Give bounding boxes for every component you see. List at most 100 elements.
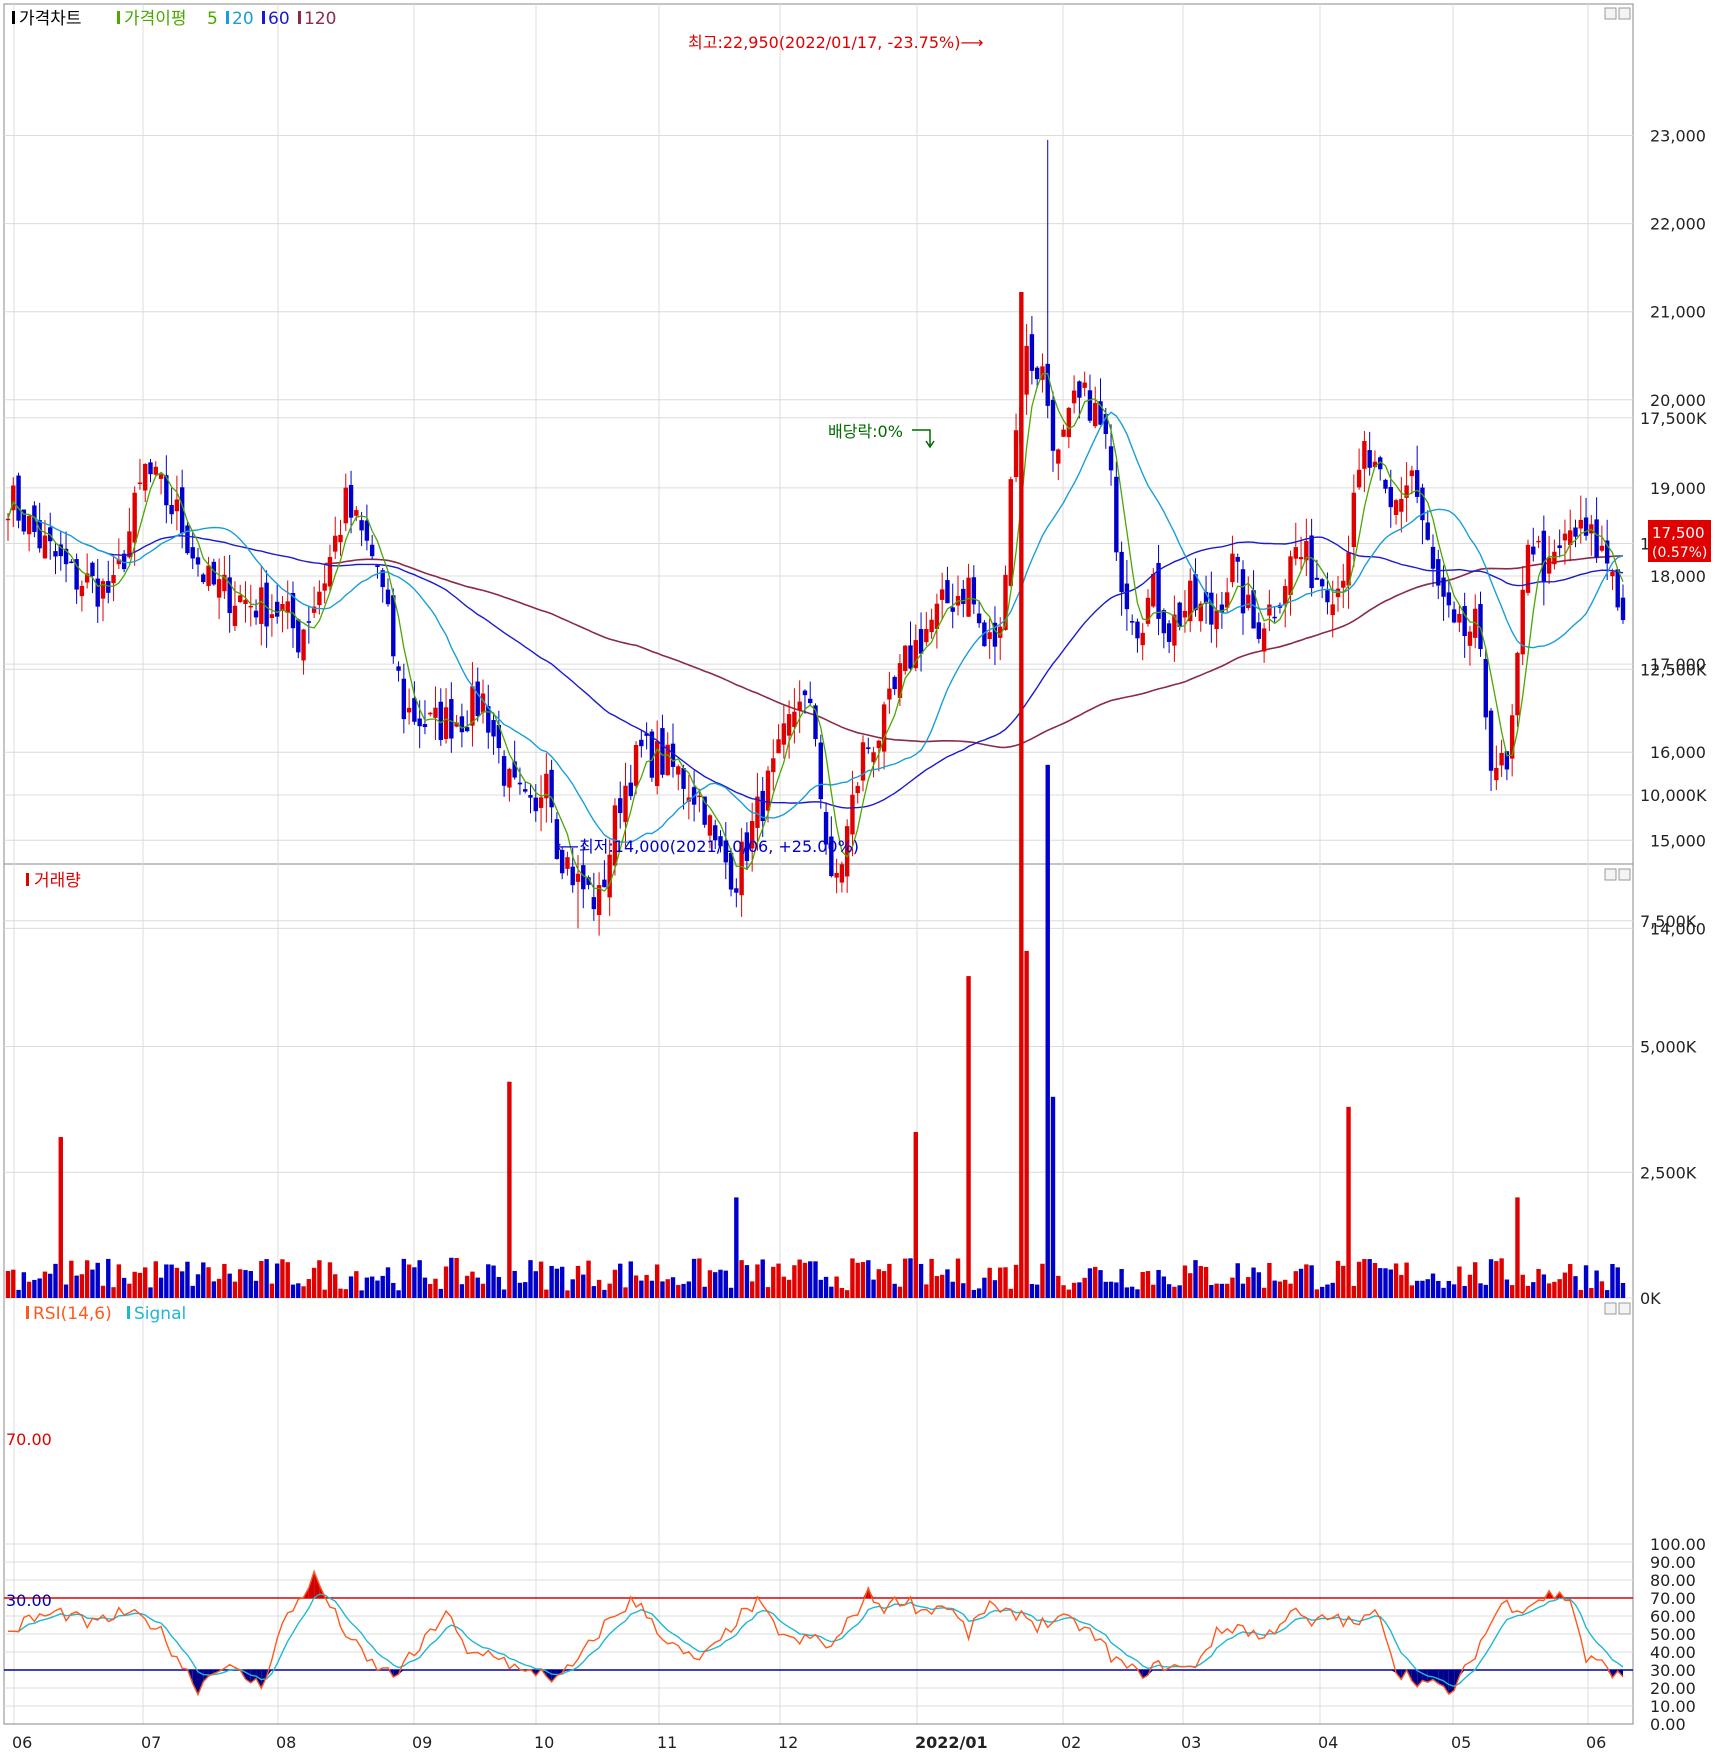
candle-body [344,488,348,524]
volume-bar [1114,1282,1118,1298]
close-icon[interactable] [1619,869,1630,880]
volume-bar [987,1268,991,1298]
volume-bar [539,1262,543,1298]
volume-bar [892,1284,896,1298]
candle-body [370,545,374,556]
volume-bar [497,1277,501,1298]
volume-legend: 거래량 [26,871,81,891]
candle-body [734,888,738,892]
candle-body [80,586,84,596]
volume-tick-label: 12,500K [1640,660,1707,679]
volume-bar [1056,1276,1060,1298]
volume-bar [27,1282,31,1298]
candle-body [771,758,775,772]
candle-body [766,771,770,811]
volume-bar [871,1280,875,1298]
x-tick-label: 04 [1318,1733,1338,1752]
volume-bar [718,1270,722,1298]
volume-bar [1135,1289,1139,1298]
volume-bar [935,1276,939,1298]
volume-bar [977,1288,981,1298]
maximize-icon[interactable] [1605,8,1616,19]
candle-body [90,563,94,576]
volume-bar [74,1276,78,1298]
volume-bar [544,1290,548,1298]
legend-marker-volume [26,873,29,886]
volume-bar [1294,1271,1298,1298]
candle-body [196,557,200,564]
volume-bar [196,1274,200,1298]
volume-bar [59,1137,63,1298]
volume-bar [1494,1261,1498,1298]
price-tick-label: 21,000 [1650,303,1706,322]
volume-bar [180,1271,184,1298]
candle-body [476,682,480,717]
volume-bar [1336,1261,1340,1298]
volume-bar [1315,1289,1319,1298]
volume-bar [1246,1277,1250,1298]
volume-bar [1130,1287,1134,1298]
volume-bar [966,976,970,1298]
low-annotation: ⟵최저:14,000(2021/10/06, +25.00%) [556,837,859,856]
volume-bar [1193,1260,1197,1298]
rsi-tick-label: 0.00 [1650,1715,1686,1734]
volume-bar [154,1261,158,1298]
candle-body [1499,753,1503,765]
x-tick-label: 02 [1061,1733,1081,1752]
rsi-tick-label: 70.00 [1650,1589,1696,1608]
candle-body [1109,446,1113,470]
volume-bar [291,1285,295,1298]
candle-body [1030,334,1034,371]
volume-bar [1357,1262,1361,1298]
volume-bar [1162,1276,1166,1298]
rsi-tick-label: 80.00 [1650,1571,1696,1590]
volume-bar [1600,1281,1604,1298]
volume-bar [1510,1285,1514,1298]
close-icon[interactable] [1619,1303,1630,1314]
volume-bar [138,1273,142,1298]
volume-bar [227,1274,231,1298]
maximize-icon[interactable] [1605,1303,1616,1314]
candle-body [1135,622,1139,639]
volume-bar [629,1261,633,1298]
volume-bar [761,1259,765,1298]
candle-body [1536,541,1540,543]
volume-bar [951,1282,955,1298]
volume-bar [1262,1288,1266,1298]
volume-bar [486,1264,490,1298]
candle-body [396,666,400,670]
legend-marker-ma [117,11,120,24]
candle-body [359,520,363,530]
volume-bar [1304,1264,1308,1298]
volume-bar [317,1260,321,1298]
volume-bar [1267,1263,1271,1298]
candle-body [966,578,970,617]
volume-bar [254,1281,258,1298]
volume-bar [961,1283,965,1298]
volume-bar [249,1271,253,1298]
candle-body [977,614,981,624]
volume-bar [1188,1273,1192,1298]
volume-bar [597,1280,601,1298]
candle-body [217,579,221,598]
volume-bar [1051,1097,1055,1298]
legend-volume: 거래량 [34,871,81,891]
candle-body [1410,470,1414,476]
volume-bar [1594,1271,1598,1298]
candle-body [296,620,300,653]
volume-bar [739,1260,743,1298]
candle-body [233,606,237,626]
legend-rsi: RSI(14,6) [33,1304,112,1324]
candle-body [972,577,976,604]
volume-bar [301,1286,305,1298]
volume-bar [117,1264,121,1298]
volume-bar [428,1284,432,1298]
candle-body [1183,611,1187,617]
close-icon[interactable] [1619,8,1630,19]
candle-body [1526,545,1530,593]
candle-body [16,476,20,521]
candle-body [1563,534,1567,541]
maximize-icon[interactable] [1605,869,1616,880]
volume-bar [576,1266,580,1298]
volume-bar [1605,1290,1609,1298]
